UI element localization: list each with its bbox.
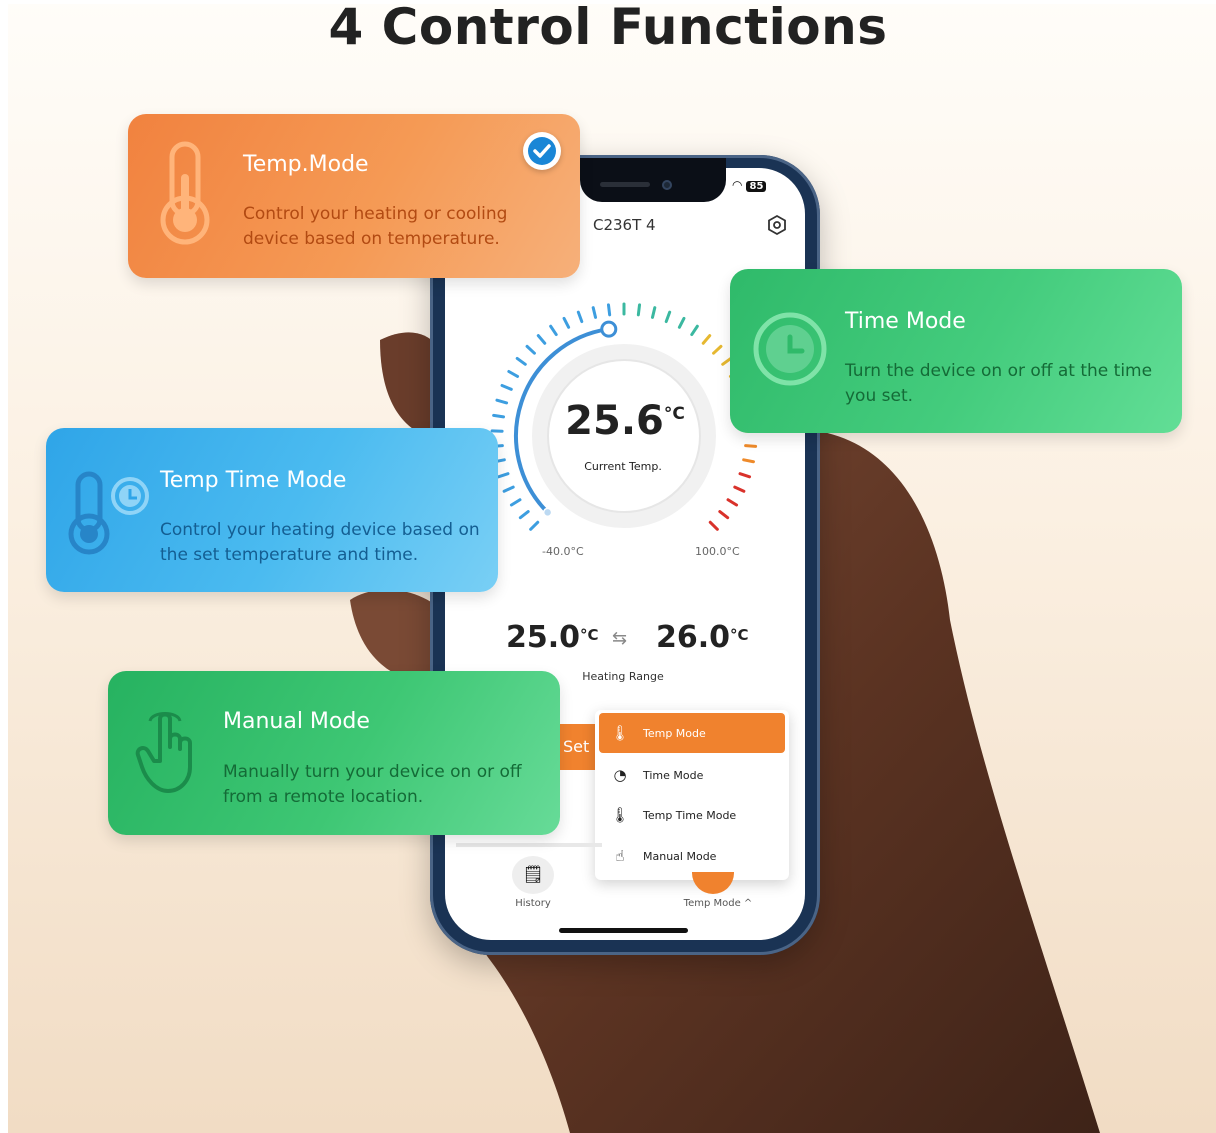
hand-pointer-icon — [135, 712, 192, 793]
gauge-tick — [507, 370, 520, 378]
menu-item-label: Time Mode — [643, 768, 704, 782]
card-title: Time Mode — [845, 309, 966, 334]
range-low-unit: °C — [580, 626, 599, 644]
gauge-tick — [606, 303, 612, 317]
history-label: History — [515, 898, 551, 909]
gauge-tick — [664, 310, 672, 324]
gauge-tick — [701, 334, 712, 345]
gauge-tick — [500, 383, 513, 391]
card-title: Temp Time Mode — [160, 468, 347, 493]
card-manual-mode[interactable]: Manual Mode Manually turn your device on… — [108, 671, 560, 835]
range-high-unit: °C — [730, 626, 749, 644]
front-camera — [662, 180, 672, 190]
mode-menu: 🌡 Temp Mode ◔ Time Mode 🌡 Temp Time Mode… — [595, 710, 789, 880]
menu-item-label: Temp Time Mode — [643, 808, 737, 822]
gauge-tick — [492, 413, 506, 419]
gauge-max-label: 100.0°C — [695, 545, 740, 558]
menu-item-manual-mode[interactable]: ☝ Manual Mode — [599, 836, 785, 876]
thermometer-clock-icon — [68, 471, 149, 555]
menu-item-label: Temp Mode — [643, 726, 706, 740]
thermometer-clock-icon: 🌡 — [610, 806, 630, 824]
current-temp-value: 25.6°C — [560, 398, 690, 444]
gauge-tick — [591, 306, 598, 319]
gauge-tick — [738, 472, 752, 479]
gauge-knob[interactable] — [600, 320, 618, 338]
clock-icon: ◔ — [613, 766, 627, 784]
menu-item-temp-time-mode[interactable]: 🌡 Temp Time Mode — [599, 795, 785, 835]
status-bar: ◠ 85 — [732, 178, 767, 192]
history-button[interactable]: 🗒 — [512, 856, 554, 894]
gauge-tick — [496, 472, 510, 479]
gauge-tick — [650, 306, 657, 319]
settings-hex-icon[interactable] — [766, 214, 788, 236]
swap-arrows-icon: ⇆ — [612, 628, 628, 649]
page-title: 4 Control Functions — [328, 0, 888, 56]
gauge-tick — [636, 303, 642, 317]
device-name: C236T 4 — [593, 216, 656, 234]
gauge-tick — [708, 520, 719, 531]
range-high-number: 26.0 — [656, 620, 731, 655]
current-temp-number: 25.6 — [565, 398, 664, 444]
gauge-tick — [576, 310, 584, 324]
history-icon: 🗒 — [522, 865, 544, 885]
gauge-start-dot — [542, 507, 553, 518]
gauge-tick — [726, 498, 739, 507]
mode-label[interactable]: Temp Mode ^ — [672, 898, 764, 909]
gauge-tick — [562, 316, 571, 329]
gauge-tick — [509, 498, 522, 507]
gauge-min-label: -40.0°C — [542, 545, 584, 558]
current-temp-unit: °C — [663, 404, 685, 424]
gauge-tick — [718, 510, 730, 520]
gauge-tick — [677, 316, 686, 329]
gauge-tick — [525, 344, 536, 355]
gauge-tick — [536, 334, 547, 345]
gauge-tick — [529, 520, 540, 531]
thermometer-icon — [160, 141, 210, 245]
gauge-tick — [549, 324, 558, 337]
home-indicator — [559, 928, 688, 933]
thermometer-icon: 🌡 — [610, 724, 630, 742]
phone-notch — [580, 158, 726, 202]
gauge-tick — [712, 344, 723, 355]
card-description: Control your heating or cooling device b… — [243, 204, 508, 249]
gauge-tick — [515, 356, 527, 366]
range-low-value[interactable]: 25.0°C — [506, 620, 599, 655]
range-label: Heating Range — [582, 670, 664, 683]
card-temp-time-mode[interactable]: Temp Time Mode Control your heating devi… — [46, 428, 498, 592]
card-description: Turn the device on or off at the time yo… — [845, 361, 1153, 406]
current-temp-label: Current Temp. — [584, 460, 662, 473]
clock-icon — [753, 312, 827, 386]
gauge-tick — [744, 444, 758, 448]
wifi-icon: ◠ — [732, 178, 743, 192]
battery-icon: 85 — [746, 181, 767, 192]
gauge-tick — [690, 324, 699, 337]
speaker-grille — [600, 182, 650, 187]
check-icon — [528, 137, 556, 165]
menu-item-time-mode[interactable]: ◔ Time Mode — [599, 755, 785, 795]
card-temp-mode[interactable]: Temp.Mode Control your heating or coolin… — [128, 114, 580, 278]
selected-check-badge[interactable] — [523, 132, 561, 170]
range-high-value[interactable]: 26.0°C — [656, 620, 749, 655]
gauge-tick — [742, 458, 755, 464]
gauge-tick — [518, 510, 530, 520]
card-description: Manually turn your device on or off from… — [223, 762, 522, 807]
card-description: Control your heating device based on the… — [160, 520, 480, 565]
gauge-tick — [502, 485, 515, 493]
bottom-divider — [456, 843, 602, 847]
card-title: Manual Mode — [223, 709, 370, 734]
frame-edge — [0, 0, 8, 1133]
gauge-tick — [733, 485, 746, 493]
menu-item-temp-mode[interactable]: 🌡 Temp Mode — [599, 713, 785, 753]
hand-pointer-icon: ☝ — [615, 847, 625, 865]
menu-item-label: Manual Mode — [643, 849, 717, 863]
card-title: Temp.Mode — [243, 152, 369, 177]
card-time-mode[interactable]: Time Mode Turn the device on or off at t… — [730, 269, 1182, 433]
range-low-number: 25.0 — [506, 620, 581, 655]
gauge-tick — [495, 398, 509, 405]
